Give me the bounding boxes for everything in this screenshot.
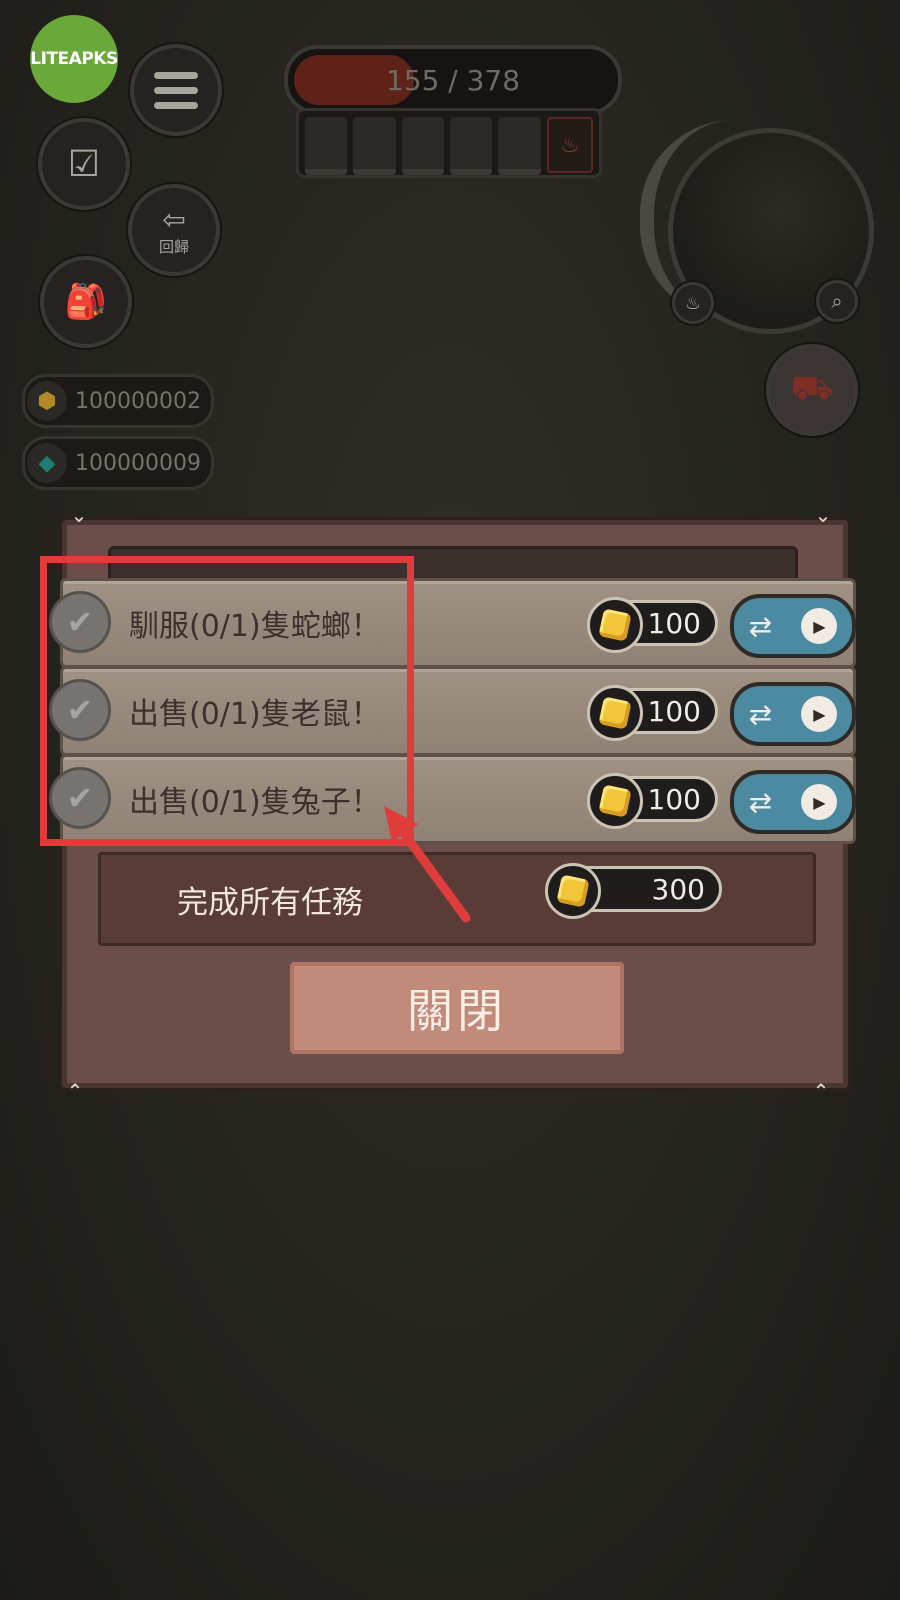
annotation-arrow-icon [384,806,471,923]
